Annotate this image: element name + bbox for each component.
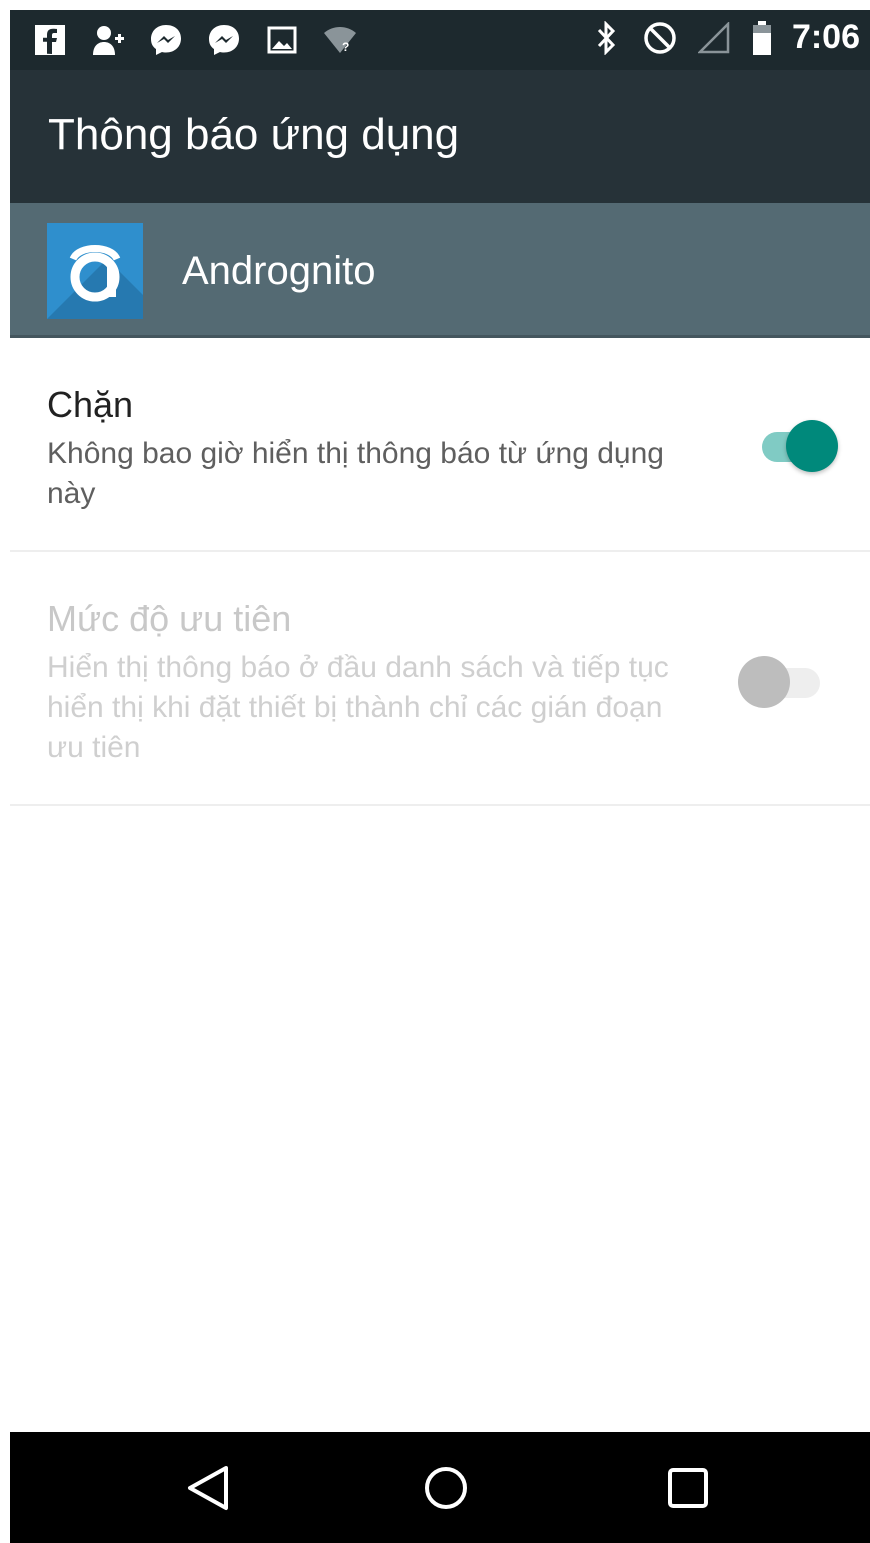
switch-thumb <box>738 656 790 708</box>
switch-thumb <box>786 420 838 472</box>
image-icon <box>264 22 300 58</box>
page-title: Thông báo ứng dụng <box>48 110 460 159</box>
facebook-icon <box>32 22 68 58</box>
andrognito-app-icon <box>47 223 143 319</box>
svg-text:?: ? <box>342 40 349 54</box>
block-preference[interactable]: Chặn Không bao giờ hiển thị thông báo từ… <box>10 338 870 550</box>
recents-icon[interactable] <box>662 1462 714 1514</box>
app-bar: Thông báo ứng dụng <box>10 70 870 203</box>
block-title: Chặn <box>47 384 134 425</box>
status-bar: ? 7:06 <box>10 10 870 70</box>
signal-icon <box>696 20 732 56</box>
block-summary: Không bao giờ hiển thị thông báo từ ứng … <box>47 437 664 510</box>
back-icon[interactable] <box>182 1462 234 1514</box>
messenger-icon <box>206 22 242 58</box>
priority-preference[interactable]: Mức độ ưu tiên Hiển thị thông báo ở đầu … <box>10 552 870 804</box>
app-name: Andrognito <box>182 249 376 293</box>
wifi-question-icon: ? <box>322 22 358 58</box>
priority-title: Mức độ ưu tiên <box>47 598 292 639</box>
block-switch[interactable] <box>762 420 852 472</box>
priority-summary: Hiển thị thông báo ở đầu danh sách và ti… <box>47 651 669 764</box>
contact-add-icon <box>90 22 126 58</box>
navigation-bar <box>10 1432 870 1543</box>
divider <box>10 804 870 806</box>
system-icons: 7:06 <box>588 18 860 57</box>
notification-icons: ? <box>32 22 358 58</box>
messenger-icon <box>148 22 184 58</box>
settings-screen: ? 7:06 Thông báo ứng dụng Andrognito Chặ… <box>0 0 870 1543</box>
do-not-disturb-icon <box>642 20 678 56</box>
priority-switch[interactable] <box>738 656 828 708</box>
clock: 7:06 <box>791 18 860 56</box>
home-icon[interactable] <box>420 1462 472 1514</box>
app-header[interactable]: Andrognito <box>10 203 870 338</box>
battery-icon <box>750 20 774 56</box>
bluetooth-icon <box>588 20 624 56</box>
